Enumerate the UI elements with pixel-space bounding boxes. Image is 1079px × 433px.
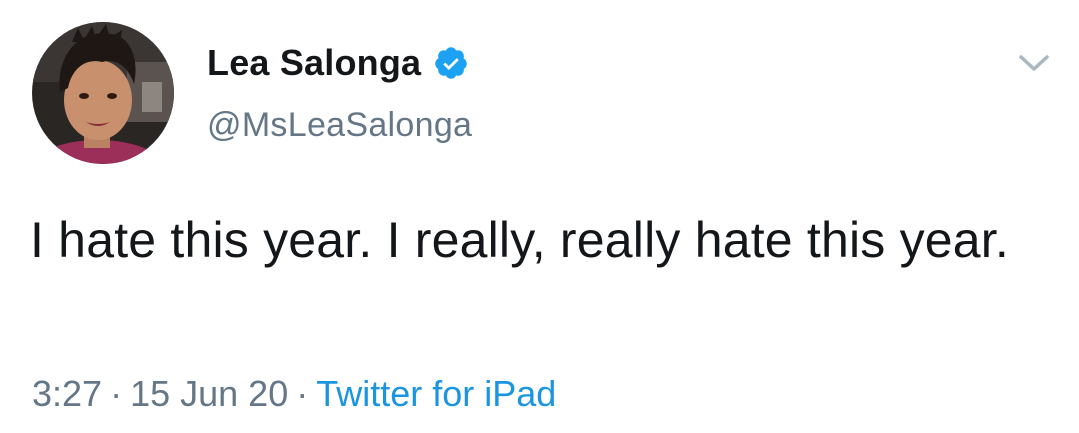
meta-separator: · (296, 373, 309, 414)
avatar-image (32, 22, 174, 164)
avatar[interactable] (32, 22, 174, 164)
tweet-card: Lea Salonga @MsLeaSalonga I hate this ye… (0, 0, 1079, 433)
meta-separator: · (110, 373, 123, 414)
display-name[interactable]: Lea Salonga (207, 42, 421, 84)
tweet-text: I hate this year. I really, really hate … (30, 212, 1009, 268)
tweet-date[interactable]: 15 Jun 20 (130, 373, 288, 415)
chevron-down-icon[interactable] (1016, 48, 1052, 78)
tweet-meta: 3:27 · 15 Jun 20 · Twitter for iPad (32, 373, 556, 415)
display-name-row: Lea Salonga (207, 40, 469, 86)
tweet-source-link[interactable]: Twitter for iPad (316, 373, 556, 415)
tweet-time[interactable]: 3:27 (32, 373, 102, 415)
user-handle[interactable]: @MsLeaSalonga (207, 106, 472, 145)
verified-badge-icon (433, 45, 469, 81)
